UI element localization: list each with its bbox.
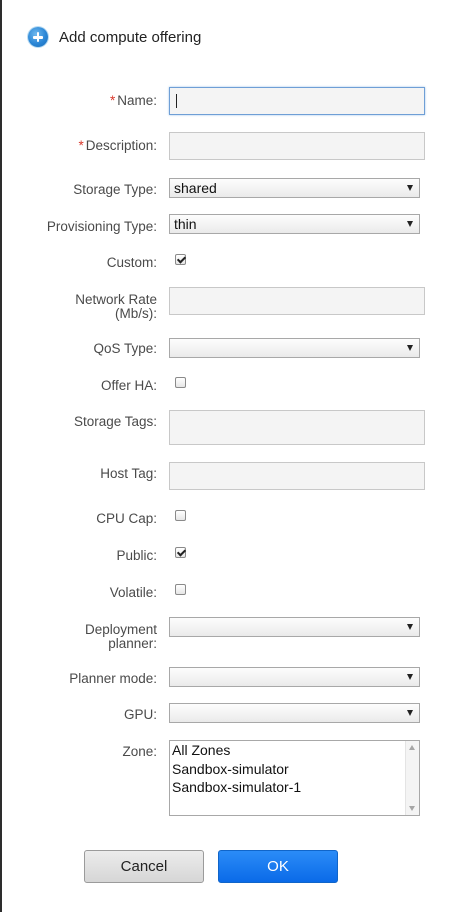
scroll-up-arrow-icon[interactable] [409,745,415,750]
dropdown-arrow-icon [407,345,413,351]
dropdown-arrow-icon [407,221,413,227]
cpu-cap-checkbox[interactable] [175,510,186,521]
scroll-down-arrow-icon[interactable] [409,806,415,811]
dropdown-arrow-icon [407,674,413,680]
description-input[interactable] [169,132,425,160]
gpu-label: GPU: [123,707,157,722]
qos-type-select[interactable] [169,338,420,358]
zone-label: Zone: [122,744,157,759]
storage-tags-label: Storage Tags: [73,414,157,429]
dialog-title: Add compute offering [59,28,202,46]
storage-type-select[interactable]: shared [169,178,420,198]
zone-scrollbar[interactable] [405,741,419,815]
dialog-header: Add compute offering [28,26,201,48]
dropdown-arrow-icon [407,185,413,191]
host-tag-input[interactable] [169,462,425,490]
zone-option-sandbox-simulator-1[interactable]: Sandbox-simulator-1 [170,778,405,797]
deployment-planner-label: Deployment planner: [84,622,157,651]
custom-checkbox[interactable] [175,254,186,265]
gpu-select[interactable] [169,703,420,723]
custom-label: Custom: [106,255,157,270]
cpu-cap-label: CPU Cap: [96,511,157,526]
dropdown-arrow-icon [407,624,413,630]
storage-type-label: Storage Type: [73,182,157,197]
volatile-label: Volatile: [109,585,157,600]
provisioning-type-label: Provisioning Type: [46,219,157,234]
name-input[interactable] [169,87,425,115]
planner-mode-label: Planner mode: [69,671,157,686]
cancel-button[interactable]: Cancel [84,850,204,883]
required-marker: * [78,138,84,153]
storage-type-value: shared [174,180,217,196]
dropdown-arrow-icon [407,710,413,716]
offer-ha-checkbox[interactable] [175,377,186,388]
add-circle-icon [28,27,48,47]
provisioning-type-value: thin [174,216,197,232]
public-label: Public: [116,548,157,563]
zone-listbox[interactable]: All Zones Sandbox-simulator Sandbox-simu… [169,740,420,816]
zone-option-sandbox-simulator[interactable]: Sandbox-simulator [170,760,405,779]
storage-tags-input[interactable] [169,410,425,445]
network-rate-label: Network Rate (Mb/s): [75,292,157,321]
host-tag-label: Host Tag: [100,466,157,481]
required-marker: * [109,93,116,108]
name-label: * Name: [109,93,157,108]
provisioning-type-select[interactable]: thin [169,214,420,234]
network-rate-input[interactable] [169,287,425,315]
description-label: * Description: [78,138,157,153]
window-edge [0,0,2,912]
text-caret [176,94,177,108]
deployment-planner-select[interactable] [169,617,420,637]
volatile-checkbox[interactable] [175,584,186,595]
public-checkbox[interactable] [175,547,186,558]
zone-option-all-zones[interactable]: All Zones [170,741,405,760]
planner-mode-select[interactable] [169,667,420,687]
qos-type-label: QoS Type: [93,341,157,356]
offer-ha-label: Offer HA: [100,378,157,393]
ok-button[interactable]: OK [218,850,338,883]
